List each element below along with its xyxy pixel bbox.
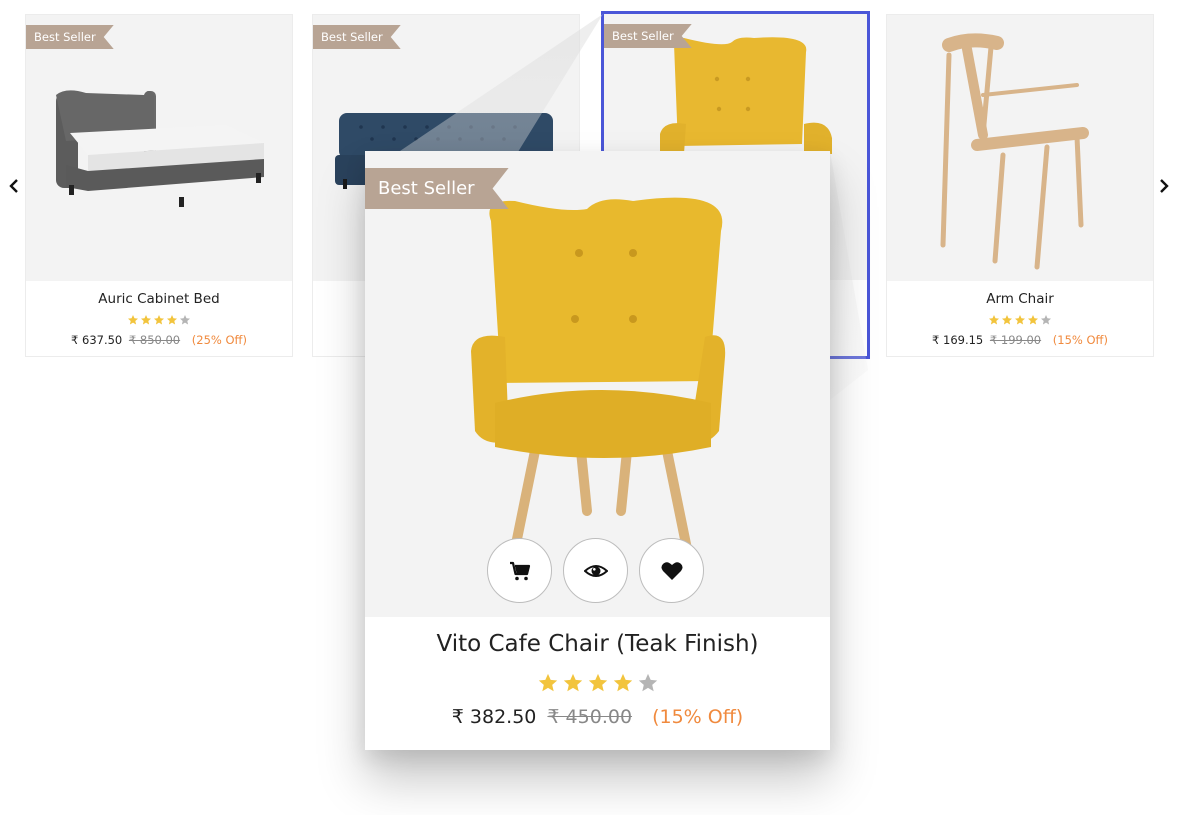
product-name[interactable]: Vito Cafe Chair (Teak Finish): [365, 631, 830, 657]
star-empty-icon: [180, 315, 190, 325]
price: ₹ 382.50: [451, 706, 537, 728]
chevron-left-icon: [9, 179, 18, 193]
star-filled-icon: [154, 315, 164, 325]
best-seller-badge: Best Seller: [26, 25, 114, 49]
bed-image: [56, 90, 264, 207]
price: ₹ 169.15: [932, 333, 984, 347]
product-image[interactable]: Best Seller: [365, 151, 830, 617]
star-filled-icon: [563, 673, 582, 692]
carousel-prev-button[interactable]: [4, 176, 24, 196]
star-empty-icon: [638, 673, 657, 692]
product-info: Arm Chair ₹ 169.15 ₹ 199.00 (15% Off): [887, 281, 1153, 357]
star-filled-icon: [538, 673, 557, 692]
discount: (25% Off): [191, 333, 247, 347]
product-name[interactable]: Arm Chair: [887, 291, 1153, 307]
rating-stars: [365, 672, 830, 694]
star-empty-icon: [1041, 315, 1051, 325]
price: ₹ 637.50: [71, 333, 123, 347]
best-seller-badge: Best Seller: [365, 168, 509, 209]
quick-view-button[interactable]: [563, 538, 628, 603]
product-quick-view-card[interactable]: Best Seller Vito Cafe Chair (Teak Finish…: [365, 151, 830, 750]
product-name[interactable]: Auric Cabinet Bed: [26, 291, 292, 307]
star-filled-icon: [989, 315, 999, 325]
old-price: ₹ 450.00: [547, 706, 633, 728]
old-price: ₹ 199.00: [989, 333, 1042, 347]
discount: (15% Off): [1052, 333, 1108, 347]
price-row: ₹ 637.50 ₹ 850.00 (25% Off): [26, 333, 292, 347]
product-card[interactable]: Best Seller Auric Cabinet Bed ₹ 637.50 ₹…: [25, 14, 293, 357]
product-card[interactable]: Arm Chair ₹ 169.15 ₹ 199.00 (15% Off): [886, 14, 1154, 357]
star-filled-icon: [588, 673, 607, 692]
chevron-right-icon: [1160, 179, 1169, 193]
product-image[interactable]: [887, 15, 1153, 281]
heart-icon: [661, 561, 682, 580]
product-image[interactable]: Best Seller: [26, 15, 292, 281]
eye-icon: [583, 564, 608, 577]
star-filled-icon: [141, 315, 151, 325]
cart-icon: [509, 561, 530, 580]
product-info: Auric Cabinet Bed ₹ 637.50 ₹ 850.00 (25%…: [26, 281, 292, 357]
star-filled-icon: [167, 315, 177, 325]
best-seller-badge: Best Seller: [313, 25, 401, 49]
wooden-arm-chair-image: [940, 33, 1089, 270]
old-price: ₹ 850.00: [128, 333, 181, 347]
price-row: ₹ 382.50 ₹ 450.00 (15% Off): [365, 706, 830, 728]
product-info: Vito Cafe Chair (Teak Finish) ₹ 382.50 ₹…: [365, 617, 830, 750]
star-filled-icon: [128, 315, 138, 325]
carousel-next-button[interactable]: [1154, 176, 1174, 196]
add-to-cart-button[interactable]: [487, 538, 552, 603]
discount: (15% Off): [652, 706, 744, 728]
rating-stars: [887, 314, 1153, 326]
star-filled-icon: [1015, 315, 1025, 325]
star-filled-icon: [1002, 315, 1012, 325]
add-to-wishlist-button[interactable]: [639, 538, 704, 603]
star-filled-icon: [613, 673, 632, 692]
quick-actions: [487, 538, 704, 603]
price-row: ₹ 169.15 ₹ 199.00 (15% Off): [887, 333, 1153, 347]
rating-stars: [26, 314, 292, 326]
best-seller-badge: Best Seller: [604, 24, 692, 48]
star-filled-icon: [1028, 315, 1038, 325]
